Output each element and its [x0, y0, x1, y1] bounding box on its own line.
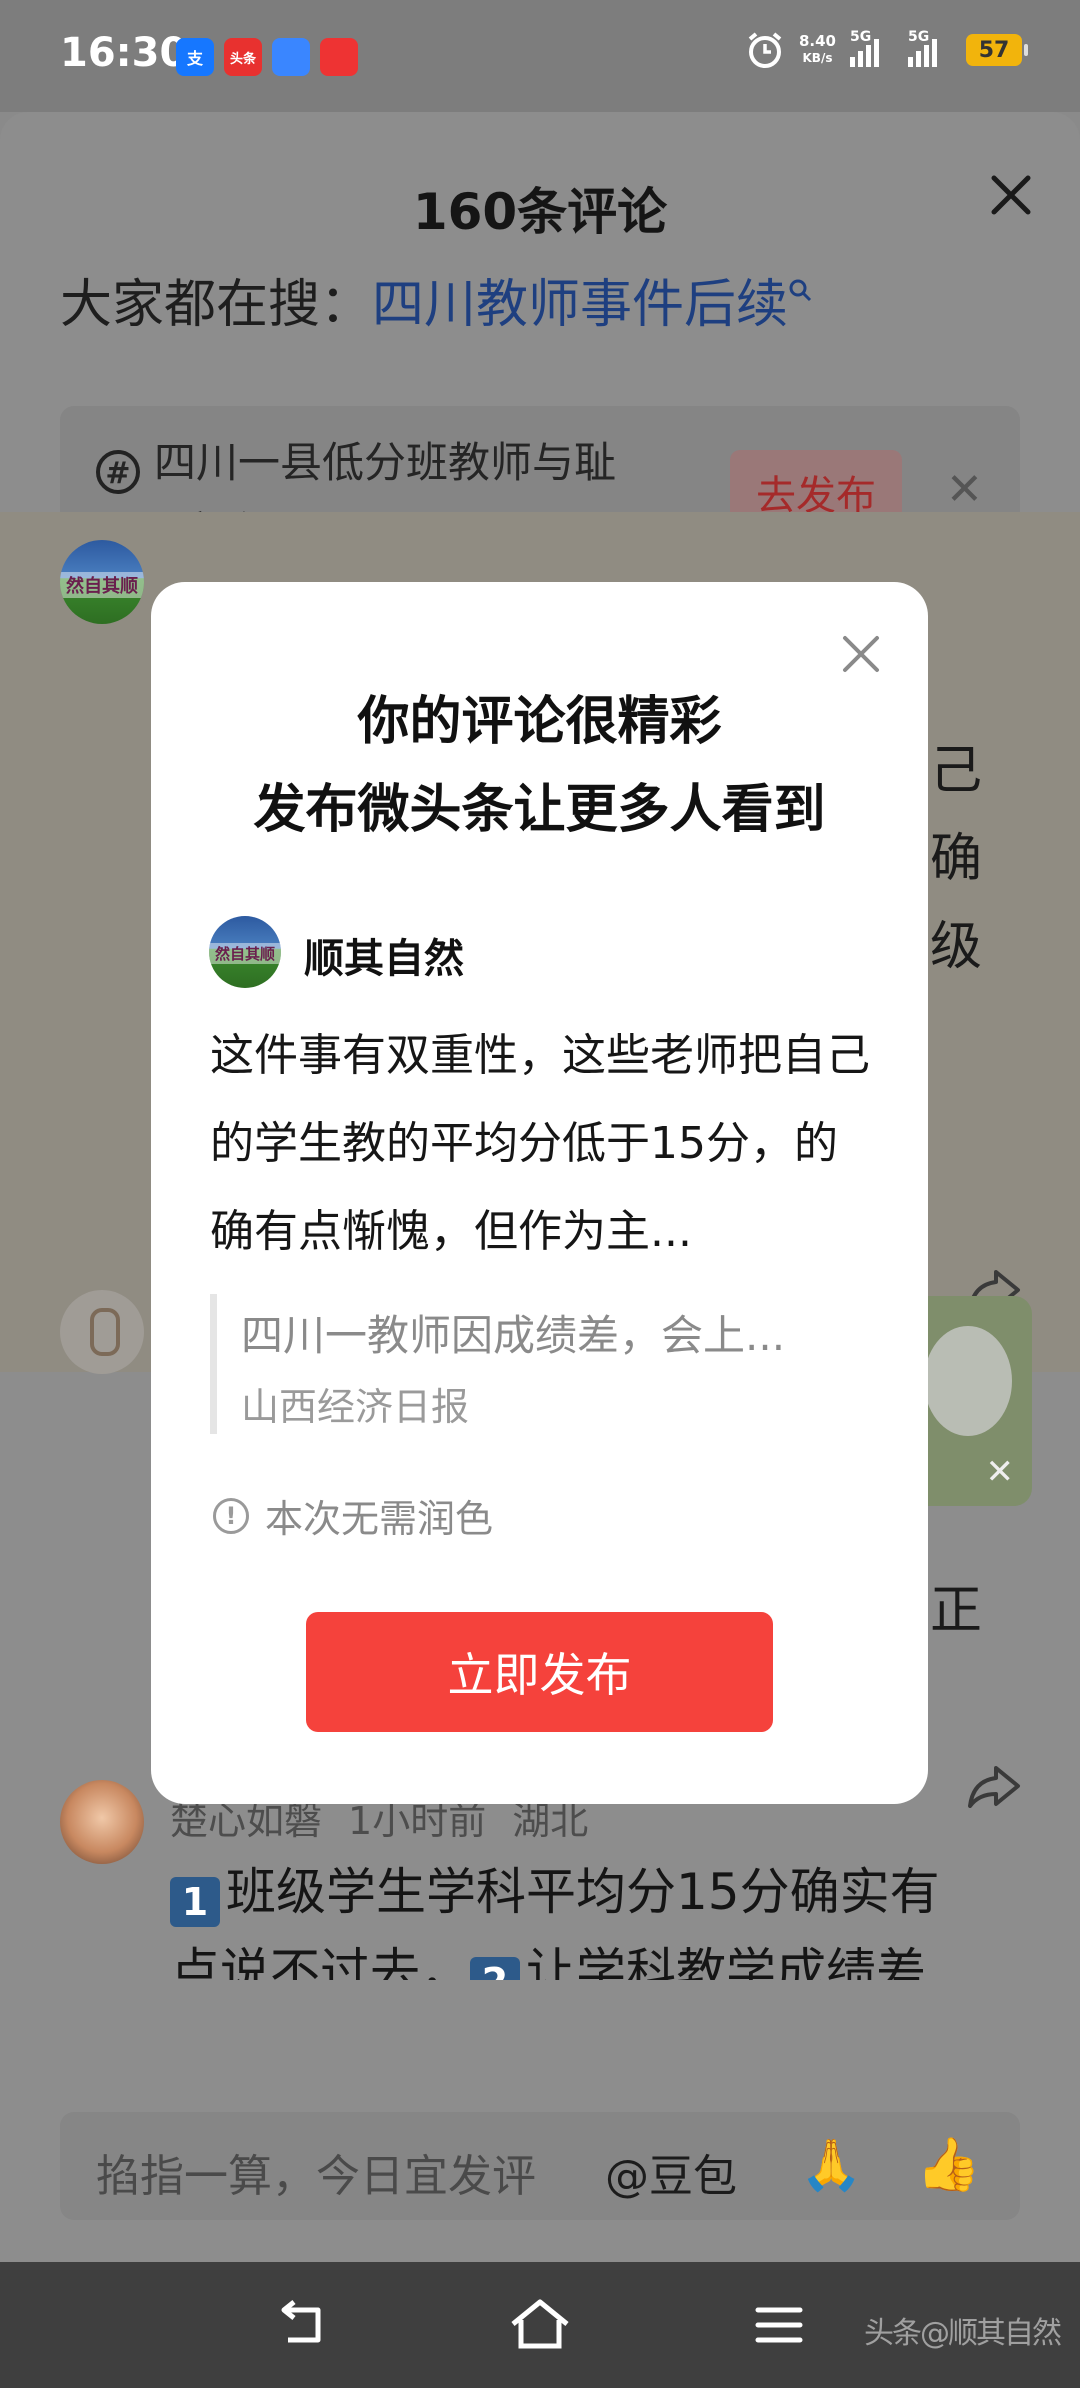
quoted-article: 四川一教师因成绩差，会上... 山西经济日报: [210, 1294, 867, 1434]
network-speed-unit: KB/s: [802, 51, 833, 65]
comment-input-placeholder[interactable]: 掐指一算，今日宜发评: [96, 2140, 536, 2204]
comment-line: 班级学生学科平均分15分确实有: [226, 1863, 940, 1921]
comment-input-bar[interactable]: 掐指一算，今日宜发评 @豆包 🙏 👍: [60, 2112, 1020, 2220]
comment-preview: 这件事有双重性，这些老师把自己的学生教的平均分低于15分，的确有点惭愧，但作为主…: [210, 1030, 870, 1257]
comments-count-title: 160条评论: [412, 183, 668, 241]
status-time: 16:30: [60, 30, 188, 76]
comment-username[interactable]: 楚心如磐: [170, 1799, 322, 1843]
menu-icon[interactable]: [744, 2290, 814, 2360]
comment-text-fragment: 正: [930, 1581, 983, 1641]
close-icon[interactable]: [839, 632, 883, 676]
modal-title: 你的评论很精彩 发布微头条让更多人看到: [151, 678, 928, 854]
trending-keyword[interactable]: 四川教师事件后续: [372, 275, 788, 335]
keycap-2-emoji: 2: [470, 1957, 520, 1980]
trending-search[interactable]: 大家都在搜：四川教师事件后续: [60, 262, 814, 337]
files-icon: [272, 38, 310, 76]
mention-doubao-button[interactable]: @豆包: [605, 2140, 737, 2204]
modal-title-line2: 发布微头条让更多人看到: [253, 780, 826, 840]
avatar-text: 然自其顺: [209, 943, 281, 965]
avatar-text: 然自其顺: [60, 571, 144, 598]
polish-hint: ! 本次无需润色: [213, 1488, 493, 1543]
status-bar: 16:30 支 头条 8.40 KB/s 5G 5G 57: [0, 0, 1080, 112]
signal-5g-1: 5G: [850, 29, 894, 67]
trending-prefix: 大家都在搜：: [60, 275, 373, 335]
battery-icon: 57: [966, 34, 1028, 66]
comment-text-fragment: 己: [930, 741, 983, 801]
home-icon[interactable]: [505, 2290, 575, 2360]
status-app-icons: 支 头条: [176, 38, 358, 76]
alipay-icon: 支: [176, 38, 214, 76]
publish-suggestion-modal: 你的评论很精彩 发布微头条让更多人看到 然自其顺 顺其自然 这件事有双重性，这些…: [151, 582, 928, 1804]
info-icon: !: [213, 1497, 249, 1534]
watermark: 头条@顺其自然: [864, 2316, 1062, 2351]
comment-time: 1小时前: [348, 1799, 487, 1843]
status-indicators: 8.40 KB/s 5G 5G 57: [745, 29, 1028, 70]
quoted-article-source: 山西经济日报: [241, 1385, 470, 1429]
system-nav-bar: 头条@顺其自然: [0, 2262, 1080, 2388]
signal-5g-2: 5G: [908, 29, 952, 67]
comment-line: 点说不过去，: [170, 1943, 470, 1980]
share-icon[interactable]: [966, 1764, 1022, 1808]
comment-line: 让学科教学成绩差: [526, 1943, 926, 1980]
close-icon[interactable]: ✕: [986, 1452, 1015, 1492]
polish-hint-text: 本次无需润色: [265, 1497, 494, 1541]
network-speed-value: 8.40: [798, 32, 836, 50]
close-icon[interactable]: [986, 170, 1036, 220]
back-icon[interactable]: [266, 2290, 336, 2360]
hashtag-icon: #: [96, 450, 140, 494]
comment-text-fragment: 确: [930, 829, 983, 889]
publish-now-button[interactable]: 立即发布: [306, 1612, 773, 1732]
thumbs-up-emoji-button[interactable]: 👍: [916, 2134, 981, 2195]
keycap-1-emoji: 1: [170, 1877, 220, 1927]
toutiao-icon: 头条: [224, 38, 262, 76]
avatar[interactable]: 然自其顺: [60, 540, 144, 624]
comment-location: 湖北: [512, 1799, 589, 1843]
network-speed: 8.40 KB/s: [799, 33, 836, 67]
signal-label: 5G: [908, 29, 930, 45]
comment-body[interactable]: 1班级学生学科平均分15分确实有 点说不过去，2 让学科教学成绩差: [170, 1852, 1030, 1980]
map-thumbnail: [924, 1326, 1012, 1436]
comment-text-fragment: 级: [930, 917, 983, 977]
avatar[interactable]: [60, 1780, 144, 1864]
quoted-article-title: 四川一教师因成绩差，会上...: [241, 1311, 786, 1360]
pray-emoji-button[interactable]: 🙏: [800, 2136, 862, 2195]
stocks-icon: [320, 38, 358, 76]
username: 顺其自然: [304, 936, 464, 982]
topic-close-icon[interactable]: ✕: [946, 464, 983, 515]
search-icon: [789, 279, 812, 302]
alarm-icon: [748, 32, 782, 68]
avatar[interactable]: [60, 1290, 144, 1374]
signal-label: 5G: [850, 29, 872, 45]
avatar: 然自其顺: [209, 916, 281, 988]
modal-title-line1: 你的评论很精彩: [357, 692, 722, 752]
